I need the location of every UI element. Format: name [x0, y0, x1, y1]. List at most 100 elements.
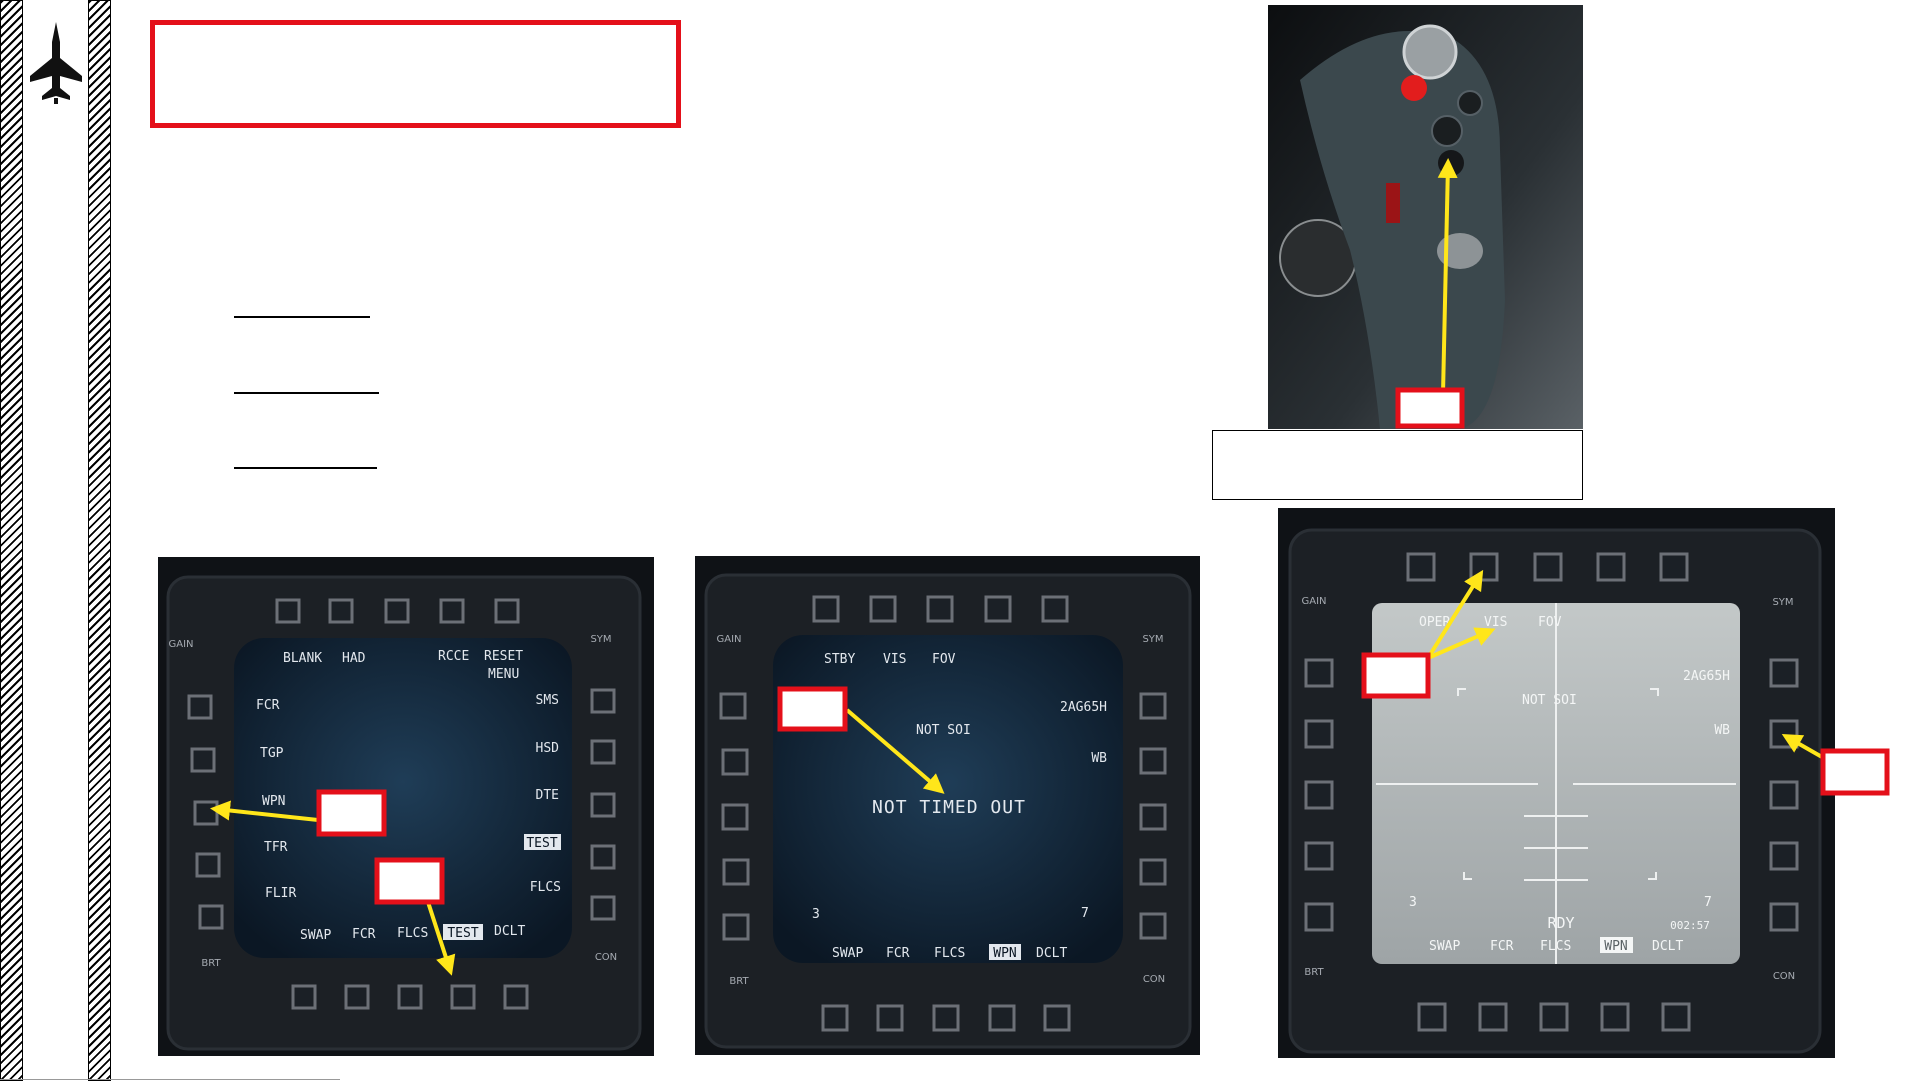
- osb-right-1[interactable]: [590, 688, 616, 714]
- osb-right-5[interactable]: [1139, 912, 1167, 940]
- osb-bottom-1[interactable]: [821, 1004, 849, 1032]
- rocker-gain-label: GAIN: [168, 639, 193, 650]
- osb-top-1[interactable]: [812, 595, 840, 623]
- osb-left-3[interactable]: [1304, 780, 1334, 810]
- label-weapon: 2AG65H: [1060, 700, 1107, 715]
- osb-top-1[interactable]: [1406, 552, 1436, 582]
- label-had: HAD: [342, 651, 366, 666]
- label-flcs-right: FLCS: [530, 880, 561, 895]
- osb-top-1[interactable]: [275, 598, 301, 624]
- osb-right-4[interactable]: [590, 844, 616, 870]
- osb-bottom-4[interactable]: [450, 984, 476, 1010]
- osb-left-2[interactable]: [721, 748, 749, 776]
- osb-right-3[interactable]: [1139, 803, 1167, 831]
- label-wpn: WPN: [993, 946, 1016, 961]
- osb-top-3[interactable]: [926, 595, 954, 623]
- mfd-right: GAIN SYM BRT CON OPER VIS FOV NOT SOI 2A…: [1278, 508, 1835, 1058]
- callout-box-right-1: [1361, 652, 1431, 699]
- osb-left-1[interactable]: [719, 692, 747, 720]
- label-fcr: FCR: [1490, 939, 1514, 954]
- osb-right-1[interactable]: [1769, 658, 1799, 688]
- mfd-left: GAIN SYM BRT CON BLANK HAD RCCE RESET ME…: [158, 557, 654, 1056]
- label-left-num: 3: [1409, 895, 1417, 910]
- rocker-sym-label: SYM: [1772, 597, 1793, 608]
- osb-right-5[interactable]: [590, 895, 616, 921]
- mfd-middle: GAIN SYM BRT CON STBY VIS FOV NOT SOI NO…: [695, 556, 1200, 1055]
- osb-bottom-5[interactable]: [1043, 1004, 1071, 1032]
- osb-top-2[interactable]: [328, 598, 354, 624]
- osb-top-4[interactable]: [984, 595, 1012, 623]
- osb-top-4[interactable]: [1596, 552, 1626, 582]
- label-swap: SWAP: [1429, 939, 1460, 954]
- label-hsd: HSD: [536, 741, 560, 756]
- callout-box-left-1: [316, 789, 387, 837]
- osb-left-5[interactable]: [1304, 902, 1334, 932]
- label-right-num: 7: [1704, 895, 1712, 910]
- osb-top-2[interactable]: [1469, 552, 1499, 582]
- osb-right-2[interactable]: [1139, 747, 1167, 775]
- osb-bottom-3[interactable]: [1539, 1002, 1569, 1032]
- label-not-soi: NOT SOI: [916, 723, 971, 738]
- osb-bottom-2[interactable]: [876, 1004, 904, 1032]
- label-right-num: 7: [1081, 906, 1089, 921]
- label-fov: FOV: [932, 652, 956, 667]
- osb-left-2[interactable]: [1304, 719, 1334, 749]
- osb-left-4[interactable]: [195, 852, 221, 878]
- osb-top-5[interactable]: [494, 598, 520, 624]
- callout-box-right-2: [1820, 748, 1890, 796]
- osb-top-3[interactable]: [1533, 552, 1563, 582]
- osb-left-4[interactable]: [722, 858, 750, 886]
- osb-bottom-1[interactable]: [291, 984, 317, 1010]
- osb-bottom-4[interactable]: [1600, 1002, 1630, 1032]
- label-dclt: DCLT: [1652, 939, 1683, 954]
- osb-bottom-3[interactable]: [932, 1004, 960, 1032]
- osb-left-3[interactable]: [193, 800, 219, 826]
- osb-left-4[interactable]: [1304, 841, 1334, 871]
- osb-bottom-5[interactable]: [1661, 1002, 1691, 1032]
- label-stby: STBY: [824, 652, 855, 667]
- osb-right-1[interactable]: [1139, 692, 1167, 720]
- osb-top-3[interactable]: [384, 598, 410, 624]
- osb-right-4[interactable]: [1139, 858, 1167, 886]
- label-wb: WB: [1714, 723, 1730, 738]
- osb-bottom-2[interactable]: [344, 984, 370, 1010]
- osb-bottom-3[interactable]: [397, 984, 423, 1010]
- label-flcs: FLCS: [1540, 939, 1571, 954]
- osb-right-5[interactable]: [1769, 902, 1799, 932]
- osb-top-5[interactable]: [1041, 595, 1069, 623]
- rocker-brt-label: BRT: [729, 976, 749, 987]
- rocker-brt-label: BRT: [201, 958, 221, 969]
- label-test-right: TEST: [526, 836, 557, 851]
- osb-bottom-1[interactable]: [1417, 1002, 1447, 1032]
- control-stick-photo: [1268, 5, 1583, 429]
- label-time: 002:57: [1670, 919, 1710, 932]
- label-swap: SWAP: [300, 928, 331, 943]
- osb-right-2[interactable]: [1769, 719, 1799, 749]
- label-reset: RESET: [484, 649, 523, 664]
- osb-top-5[interactable]: [1659, 552, 1689, 582]
- osb-right-2[interactable]: [590, 739, 616, 765]
- osb-bottom-2[interactable]: [1478, 1002, 1508, 1032]
- osb-right-4[interactable]: [1769, 841, 1799, 871]
- osb-right-3[interactable]: [1769, 780, 1799, 810]
- osb-left-3[interactable]: [721, 803, 749, 831]
- osb-top-4[interactable]: [439, 598, 465, 624]
- osb-left-1[interactable]: [1304, 658, 1334, 688]
- label-dclt: DCLT: [494, 924, 525, 939]
- rocker-con-label: CON: [1143, 974, 1165, 985]
- label-sms: SMS: [536, 693, 559, 708]
- label-tfr: TFR: [264, 840, 288, 855]
- osb-left-5[interactable]: [722, 913, 750, 941]
- label-vis: VIS: [1484, 615, 1507, 630]
- osb-bottom-4[interactable]: [988, 1004, 1016, 1032]
- osb-right-3[interactable]: [590, 792, 616, 818]
- osb-left-2[interactable]: [190, 747, 216, 773]
- osb-left-5[interactable]: [198, 904, 224, 930]
- stick-callout-box: [1395, 387, 1465, 429]
- rocker-gain-label: GAIN: [716, 634, 741, 645]
- label-dclt: DCLT: [1036, 946, 1067, 961]
- label-left-num: 3: [812, 907, 820, 922]
- osb-bottom-5[interactable]: [503, 984, 529, 1010]
- osb-top-2[interactable]: [869, 595, 897, 623]
- osb-left-1[interactable]: [187, 694, 213, 720]
